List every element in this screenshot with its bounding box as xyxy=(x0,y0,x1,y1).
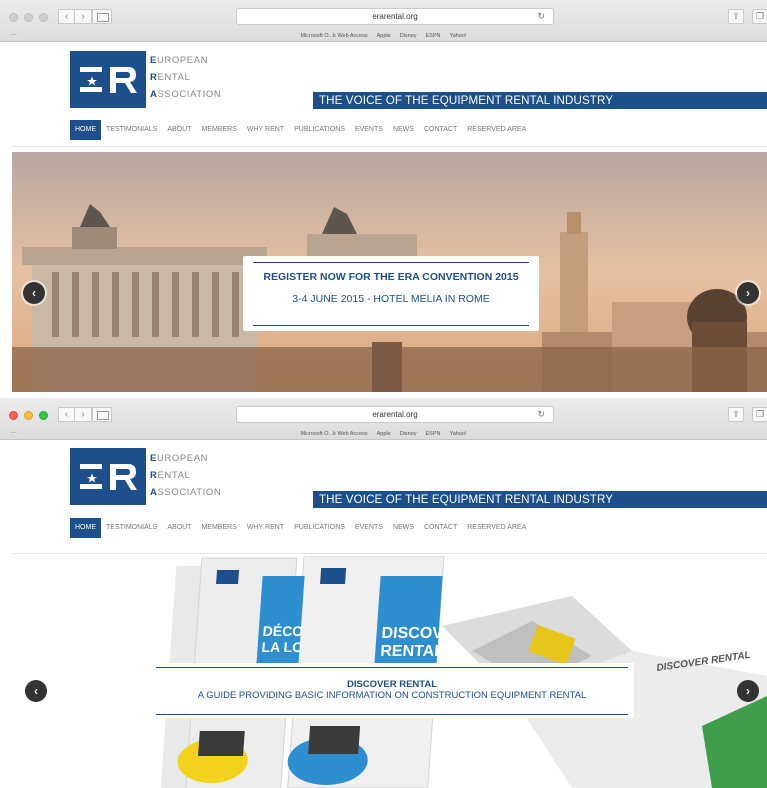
brochure-text: LA LO xyxy=(261,639,304,655)
era-logo-mark xyxy=(80,464,137,490)
url-text: erarental.org xyxy=(372,410,418,419)
nav-publications[interactable]: PUBLICATIONS xyxy=(289,120,350,140)
era-logo[interactable] xyxy=(70,448,146,505)
favorite-link[interactable]: Yahoo! xyxy=(449,30,466,42)
nav-reserved-area[interactable]: RESERVED AREA xyxy=(462,120,531,140)
close-window-button[interactable] xyxy=(9,13,18,22)
slide-caption[interactable]: DISCOVER RENTAL A GUIDE PROVIDING BASIC … xyxy=(150,663,634,718)
slide-caption[interactable]: REGISTER NOW FOR THE ERA CONVENTION 2015… xyxy=(243,256,539,331)
caption-title: REGISTER NOW FOR THE ERA CONVENTION 2015 xyxy=(263,271,519,283)
favorite-link[interactable]: Disney xyxy=(400,428,417,440)
era-logo-mark xyxy=(80,67,137,93)
next-slide-button[interactable]: › xyxy=(737,282,759,304)
tagline-banner: THE VOICE OF THE EQUIPMENT RENTAL INDUST… xyxy=(313,92,767,109)
url-text: erarental.org xyxy=(372,12,418,21)
favorite-link[interactable]: Yahoo! xyxy=(449,428,466,440)
favorite-link[interactable]: Microsoft O...k Web Access xyxy=(300,428,367,440)
next-slide-button[interactable]: › xyxy=(737,680,759,702)
nav-why-rent[interactable]: WHY RENT xyxy=(242,120,289,140)
share-button[interactable]: ⇧ xyxy=(728,9,744,24)
favorite-link[interactable]: Apple xyxy=(377,428,391,440)
caption-subtitle: A GUIDE PROVIDING BASIC INFORMATION ON C… xyxy=(197,690,587,701)
nav-testimonials[interactable]: TESTIMONIALS xyxy=(101,518,162,538)
nav-about[interactable]: ABOUT xyxy=(162,120,196,140)
show-tabs-button[interactable]: ❐ xyxy=(752,9,767,24)
era-logo[interactable] xyxy=(70,51,146,108)
browser-window-2: ‹ › erarental.org ↻ ⇧ ❐ ⋯ Microsoft O...… xyxy=(0,398,767,788)
main-nav: HOME TESTIMONIALS ABOUT MEMBERS WHY RENT… xyxy=(70,120,531,140)
brochure-text: RENTAL xyxy=(380,643,445,660)
browser-toolbar: ‹ › erarental.org ↻ ⇧ ❐ ⋯ Microsoft O...… xyxy=(0,0,767,42)
favorite-link[interactable]: ESPN xyxy=(426,428,441,440)
show-tabs-button[interactable]: ❐ xyxy=(752,407,767,422)
reload-icon[interactable]: ↻ xyxy=(537,9,545,24)
sidebar-toggle-button[interactable] xyxy=(92,9,112,24)
nav-why-rent[interactable]: WHY RENT xyxy=(242,518,289,538)
header-divider xyxy=(12,553,767,554)
caption-subtitle: 3-4 JUNE 2015 - HOTEL MELIA IN ROME xyxy=(292,293,490,305)
nav-members[interactable]: MEMBERS xyxy=(196,518,241,538)
minimize-window-button[interactable] xyxy=(24,13,33,22)
caption-rule-top xyxy=(253,262,529,263)
nav-publications[interactable]: PUBLICATIONS xyxy=(289,518,350,538)
prev-slide-button[interactable]: ‹ xyxy=(25,680,47,702)
favorites-bar: Microsoft O...k Web Access Apple Disney … xyxy=(0,428,767,440)
forward-button[interactable]: › xyxy=(75,9,92,24)
prev-slide-button[interactable]: ‹ xyxy=(23,282,45,304)
header-divider xyxy=(12,146,767,147)
caption-rule-bottom xyxy=(253,325,529,326)
back-button[interactable]: ‹ xyxy=(58,9,75,24)
address-bar[interactable]: erarental.org ↻ xyxy=(236,8,554,25)
nav-contact[interactable]: CONTACT xyxy=(419,120,462,140)
caption-title: DISCOVER RENTAL xyxy=(346,679,438,690)
browser-toolbar: ‹ › erarental.org ↻ ⇧ ❐ ⋯ Microsoft O...… xyxy=(0,398,767,440)
favorite-link[interactable]: ESPN xyxy=(426,30,441,42)
main-nav: HOME TESTIMONIALS ABOUT MEMBERS WHY RENT… xyxy=(70,518,531,538)
logo-wordmark: EUROPEAN RENTAL ASSOCIATION xyxy=(150,55,222,100)
nav-events[interactable]: EVENTS xyxy=(350,120,388,140)
nav-testimonials[interactable]: TESTIMONIALS xyxy=(101,120,162,140)
nav-about[interactable]: ABOUT xyxy=(162,518,196,538)
favorite-link[interactable]: Disney xyxy=(400,30,417,42)
close-window-button[interactable] xyxy=(9,411,18,420)
sidebar-toggle-button[interactable] xyxy=(92,407,112,422)
nav-home[interactable]: HOME xyxy=(70,120,101,140)
favorites-bar: Microsoft O...k Web Access Apple Disney … xyxy=(0,30,767,42)
nav-news[interactable]: NEWS xyxy=(388,120,419,140)
favorite-link[interactable]: Apple xyxy=(377,30,391,42)
nav-events[interactable]: EVENTS xyxy=(350,518,388,538)
nav-reserved-area[interactable]: RESERVED AREA xyxy=(462,518,531,538)
tagline-banner: THE VOICE OF THE EQUIPMENT RENTAL INDUST… xyxy=(313,491,767,508)
nav-home[interactable]: HOME xyxy=(70,518,101,538)
window-controls xyxy=(9,13,48,22)
window-controls xyxy=(9,411,48,420)
forward-button[interactable]: › xyxy=(75,407,92,422)
nav-contact[interactable]: CONTACT xyxy=(419,518,462,538)
browser-window-1: ‹ › erarental.org ↻ ⇧ ❐ ⋯ Microsoft O...… xyxy=(0,0,767,392)
zoom-window-button[interactable] xyxy=(39,411,48,420)
favorite-link[interactable]: Microsoft O...k Web Access xyxy=(300,30,367,42)
nav-news[interactable]: NEWS xyxy=(388,518,419,538)
minimize-window-button[interactable] xyxy=(24,411,33,420)
share-button[interactable]: ⇧ xyxy=(728,407,744,422)
caption-rule-top xyxy=(156,667,628,668)
back-button[interactable]: ‹ xyxy=(58,407,75,422)
reload-icon[interactable]: ↻ xyxy=(537,407,545,422)
nav-members[interactable]: MEMBERS xyxy=(196,120,241,140)
caption-rule-bottom xyxy=(156,714,628,715)
logo-wordmark: EUROPEAN RENTAL ASSOCIATION xyxy=(150,453,222,498)
brochure-text: DÉCO xyxy=(262,623,304,639)
zoom-window-button[interactable] xyxy=(39,13,48,22)
address-bar[interactable]: erarental.org ↻ xyxy=(236,406,554,423)
